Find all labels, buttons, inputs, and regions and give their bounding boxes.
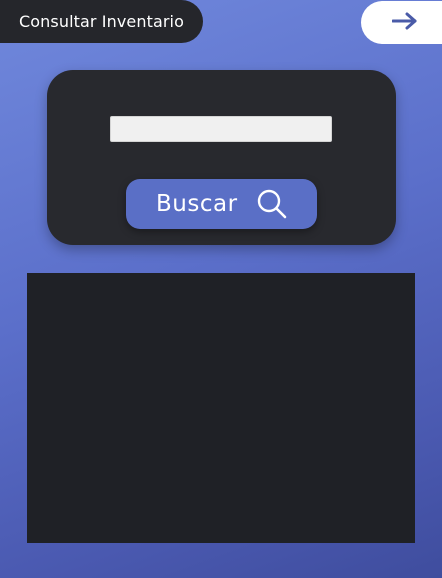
arrow-right-icon (391, 12, 418, 34)
search-button[interactable]: Buscar (126, 179, 317, 229)
next-button[interactable] (361, 1, 442, 44)
search-input[interactable] (110, 116, 332, 142)
search-icon (257, 189, 287, 219)
search-card: Buscar (47, 70, 396, 245)
search-button-label: Buscar (156, 191, 238, 217)
page-title: Consultar Inventario (0, 0, 203, 43)
page-title-label: Consultar Inventario (19, 12, 184, 31)
results-panel (27, 273, 415, 543)
